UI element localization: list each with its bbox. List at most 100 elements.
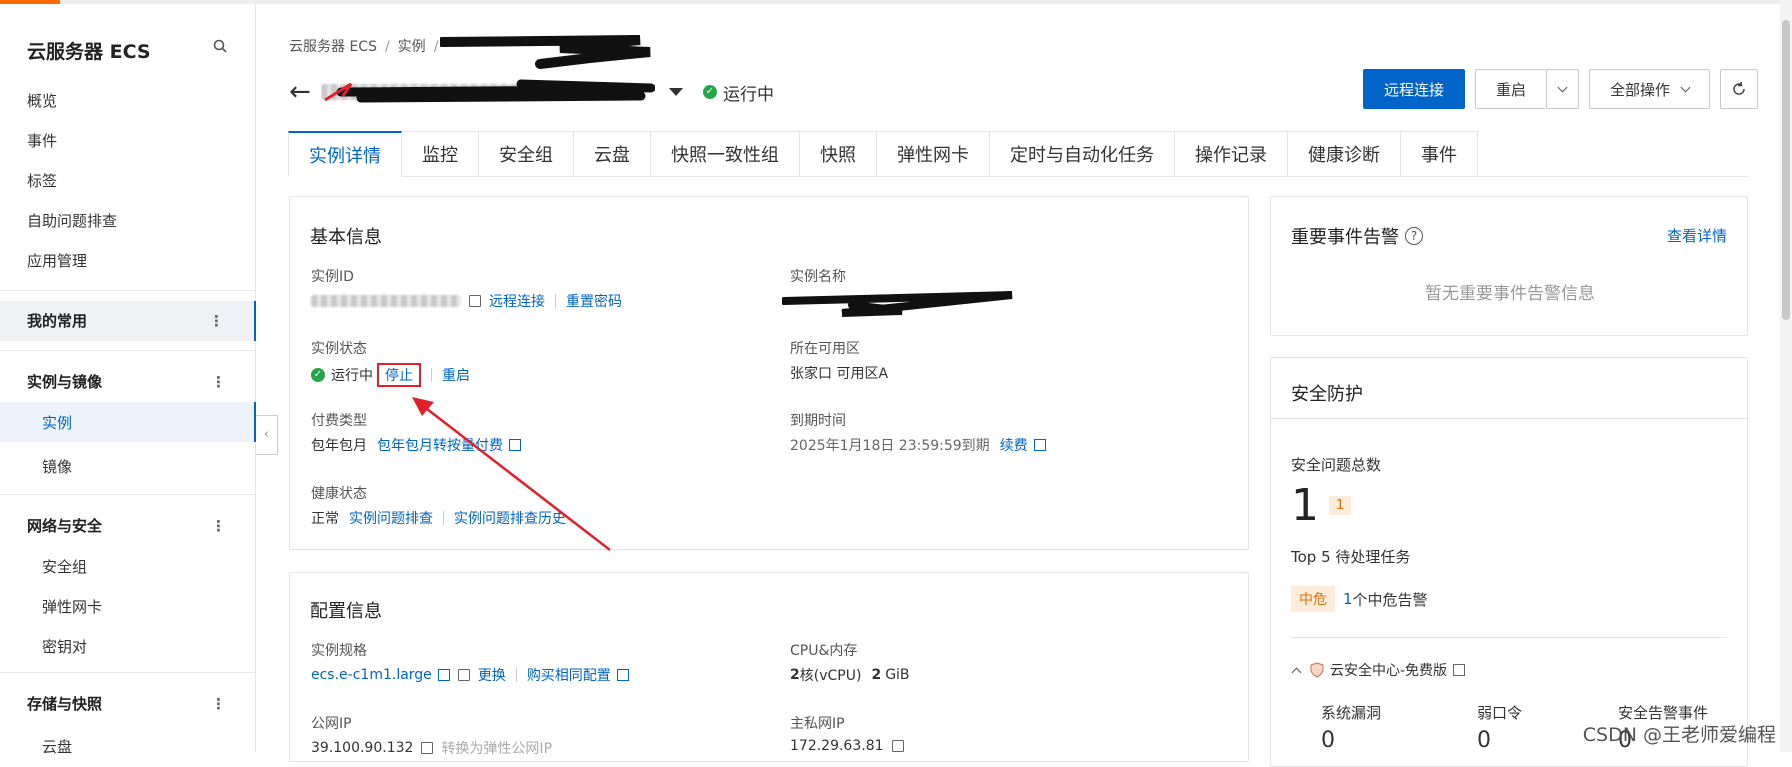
sidebar-group-label: 网络与安全: [27, 517, 103, 535]
restart-link[interactable]: 重启: [442, 365, 470, 385]
breadcrumb-instances[interactable]: 实例: [398, 39, 426, 55]
sidebar-group-favorites[interactable]: 我的常用 ⋮: [0, 301, 256, 341]
caret-down-icon[interactable]: [669, 88, 683, 96]
total-issues-row: 1 1: [1291, 480, 1352, 531]
zone-value: 张家口 可用区A: [790, 366, 889, 382]
copy-icon[interactable]: [469, 295, 481, 307]
sidebar: 云服务器 ECS 概览 事件 标签 自助问题排查 应用管理 我的常用 ⋮ 实例与镜…: [0, 4, 256, 756]
tab-bar: 实例详情 监控 安全组 云盘 快照一致性组 快照 弹性网卡 定时与自动化任务 操…: [288, 131, 1748, 177]
remote-connect-link[interactable]: 远程连接: [489, 291, 545, 311]
refresh-button[interactable]: [1720, 69, 1758, 109]
tab-snapshots[interactable]: 快照: [800, 131, 877, 177]
more-icon[interactable]: ⋮: [211, 506, 226, 546]
external-link-icon: [616, 669, 629, 681]
restart-button[interactable]: 重启: [1474, 69, 1546, 109]
tab-security-groups[interactable]: 安全组: [479, 131, 574, 177]
breadcrumb-ecs[interactable]: 云服务器 ECS: [289, 39, 377, 55]
status-value: 运行中: [331, 368, 373, 384]
sidebar-group-label: 存储与快照: [27, 695, 103, 713]
sidebar-item-tags[interactable]: 标签: [27, 170, 57, 191]
scrollbar-thumb[interactable]: [1782, 20, 1790, 320]
sidebar-item-keypairs[interactable]: 密钥对: [42, 636, 87, 657]
spec-label: 实例规格: [311, 643, 367, 659]
chevron-up-icon[interactable]: [1291, 667, 1302, 677]
help-icon[interactable]: ?: [1405, 227, 1423, 245]
redaction-scribble: [440, 35, 651, 69]
sidebar-item-events[interactable]: 事件: [27, 130, 57, 151]
sidebar-item-overview[interactable]: 概览: [27, 90, 57, 111]
tab-disks[interactable]: 云盘: [574, 131, 651, 177]
external-link-icon: [437, 669, 450, 681]
weak-pwd-count: 0: [1477, 728, 1491, 753]
sidebar-item-troubleshoot[interactable]: 自助问题排查: [27, 210, 117, 231]
events-empty-text: 暂无重要事件告警信息: [1425, 284, 1595, 304]
external-link-icon: [1033, 439, 1046, 451]
alert-count[interactable]: 1: [1343, 590, 1353, 608]
copy-icon[interactable]: [891, 740, 904, 752]
sidebar-item-security-groups[interactable]: 安全组: [42, 556, 87, 577]
tab-events[interactable]: 事件: [1401, 131, 1478, 177]
tab-snapshot-consistency[interactable]: 快照一致性组: [651, 131, 800, 177]
more-icon[interactable]: ⋮: [209, 301, 224, 341]
buy-same-link[interactable]: 购买相同配置: [527, 665, 611, 685]
more-icon[interactable]: ⋮: [211, 362, 226, 402]
instance-status: ✓ 运行中: [703, 80, 774, 105]
sidebar-group-network-security[interactable]: 网络与安全 ⋮: [0, 506, 256, 546]
scrollbar-track[interactable]: [1780, 0, 1792, 752]
top-strip: [0, 0, 1792, 4]
reset-password-link[interactable]: 重置密码: [566, 291, 622, 311]
change-spec-link[interactable]: 更换: [478, 665, 506, 685]
cpu-count: 2: [790, 667, 800, 683]
private-ip-label: 主私网IP: [790, 716, 845, 732]
remote-connect-button[interactable]: 远程连接: [1362, 69, 1465, 109]
weak-pwd-label: 弱口令: [1477, 704, 1523, 722]
sidebar-collapse-button[interactable]: ‹: [256, 415, 278, 455]
stop-link[interactable]: 停止: [377, 363, 421, 387]
divider: [1271, 418, 1749, 419]
restart-dropdown-button[interactable]: [1545, 69, 1579, 109]
sidebar-item-eni[interactable]: 弹性网卡: [42, 596, 102, 617]
search-icon[interactable]: [212, 38, 228, 54]
card-title: 安全防护: [1291, 384, 1363, 405]
more-icon[interactable]: ⋮: [211, 684, 226, 724]
public-ip-value: 39.100.90.132: [311, 740, 414, 756]
sidebar-group-label: 我的常用: [27, 312, 88, 330]
card-title: 基本信息: [310, 227, 382, 248]
billing-value: 包年包月: [311, 438, 367, 454]
tab-monitoring[interactable]: 监控: [402, 131, 479, 177]
sidebar-group-storage-snapshots[interactable]: 存储与快照 ⋮: [0, 684, 256, 724]
tab-instance-details[interactable]: 实例详情: [288, 131, 402, 177]
annotation-arrow: [412, 397, 611, 551]
instance-name-value: [782, 291, 1022, 317]
tab-scheduled-tasks[interactable]: 定时与自动化任务: [990, 131, 1175, 177]
chevron-down-icon: [1680, 82, 1691, 92]
convert-eip-link[interactable]: 转换为弹性公网IP: [441, 738, 552, 758]
breadcrumb: 云服务器 ECS / 实例 /: [289, 39, 439, 55]
sidebar-item-app-mgmt[interactable]: 应用管理: [27, 250, 87, 271]
chevron-down-icon: [1557, 82, 1568, 92]
divider: [0, 494, 256, 495]
spec-value[interactable]: ecs.e-c1m1.large: [311, 667, 432, 683]
all-actions-label: 全部操作: [1609, 80, 1670, 99]
sidebar-item-images[interactable]: 镜像: [42, 456, 72, 477]
all-actions-button[interactable]: 全部操作: [1588, 69, 1710, 109]
billing-label: 付费类型: [311, 413, 367, 429]
copy-icon[interactable]: [457, 669, 470, 681]
instance-name-label: 实例名称: [790, 269, 846, 285]
sidebar-group-instances-images[interactable]: 实例与镜像 ⋮: [0, 362, 256, 402]
header-actions: 远程连接 重启 全部操作: [1362, 69, 1758, 109]
sidebar-item-instances[interactable]: 实例: [0, 402, 256, 442]
cpu-unit: 核(vCPU): [799, 668, 862, 684]
memory-unit: GiB: [885, 667, 910, 683]
external-link-icon[interactable]: [1453, 664, 1466, 676]
expire-row: 2025年1月18日 23:59:59到期 续费: [790, 435, 1046, 455]
sidebar-item-disks[interactable]: 云盘: [42, 736, 72, 757]
tab-eni[interactable]: 弹性网卡: [877, 131, 990, 177]
back-arrow-icon[interactable]: ←: [289, 77, 321, 107]
renew-link[interactable]: 续费: [1000, 435, 1028, 455]
view-details-link[interactable]: 查看详情: [1667, 225, 1727, 246]
tab-health-diagnosis[interactable]: 健康诊断: [1288, 131, 1401, 177]
redaction-scribble: [324, 79, 655, 103]
copy-icon[interactable]: [421, 742, 434, 754]
tab-operation-logs[interactable]: 操作记录: [1175, 131, 1288, 177]
